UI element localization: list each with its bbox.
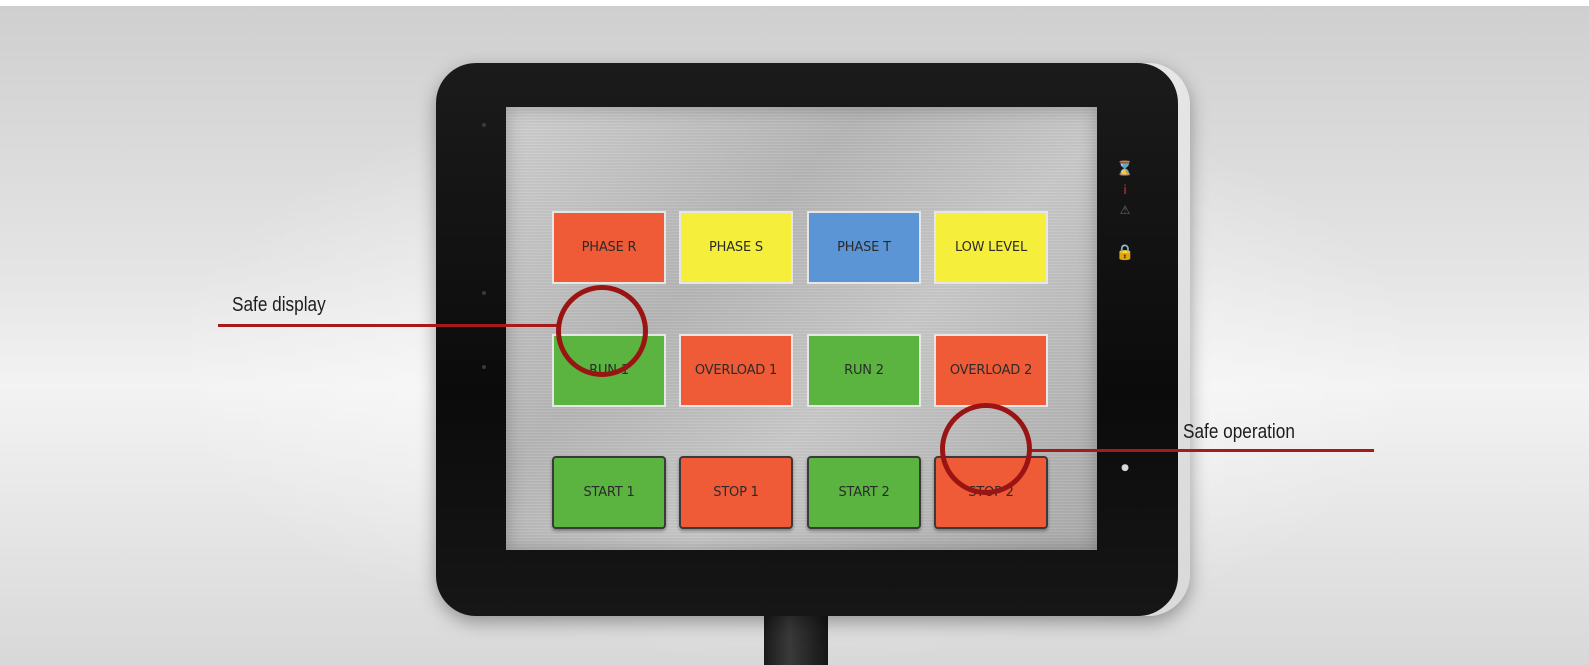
power-dot-icon: ● bbox=[1121, 463, 1129, 473]
safe-display-pointer-line bbox=[218, 324, 558, 327]
overload-1-indicator: OVERLOAD 1 bbox=[679, 334, 793, 407]
hourglass-icon: ⌛ bbox=[1116, 161, 1134, 177]
phase-r-indicator: PHASE R bbox=[552, 211, 666, 284]
bezel-dot bbox=[482, 291, 486, 295]
overload-2-indicator: OVERLOAD 2 bbox=[934, 334, 1048, 407]
bezel-dot bbox=[482, 123, 486, 127]
bezel-dot bbox=[482, 365, 486, 369]
safe-operation-label: Safe operation bbox=[1183, 421, 1295, 443]
start-1-button[interactable]: START 1 bbox=[552, 456, 666, 529]
start-2-button[interactable]: START 2 bbox=[807, 456, 921, 529]
lock-icon: 🔒 bbox=[1115, 243, 1135, 261]
run-2-indicator: RUN 2 bbox=[807, 334, 921, 407]
safe-operation-highlight-ring bbox=[940, 403, 1032, 495]
device-bezel: PHASE R PHASE S PHASE T LOW LEVEL RUN 1 OVERL… bbox=[436, 63, 1178, 616]
hmi-device: PHASE R PHASE S PHASE T LOW LEVEL RUN 1 OVERL… bbox=[436, 63, 1190, 616]
warning-icon: ⚠ bbox=[1119, 203, 1131, 217]
phase-t-indicator: PHASE T bbox=[807, 211, 921, 284]
safe-operation-pointer-line bbox=[1030, 449, 1374, 452]
safe-display-label: Safe display bbox=[232, 294, 326, 316]
status-indicator-column: ⌛ i ⚠ 🔒 ● bbox=[1112, 153, 1138, 513]
low-level-indicator: LOW LEVEL bbox=[934, 211, 1048, 284]
stop-1-button[interactable]: STOP 1 bbox=[679, 456, 793, 529]
safe-display-highlight-ring bbox=[556, 285, 648, 377]
info-icon: i bbox=[1123, 183, 1127, 197]
phase-s-indicator: PHASE S bbox=[679, 211, 793, 284]
